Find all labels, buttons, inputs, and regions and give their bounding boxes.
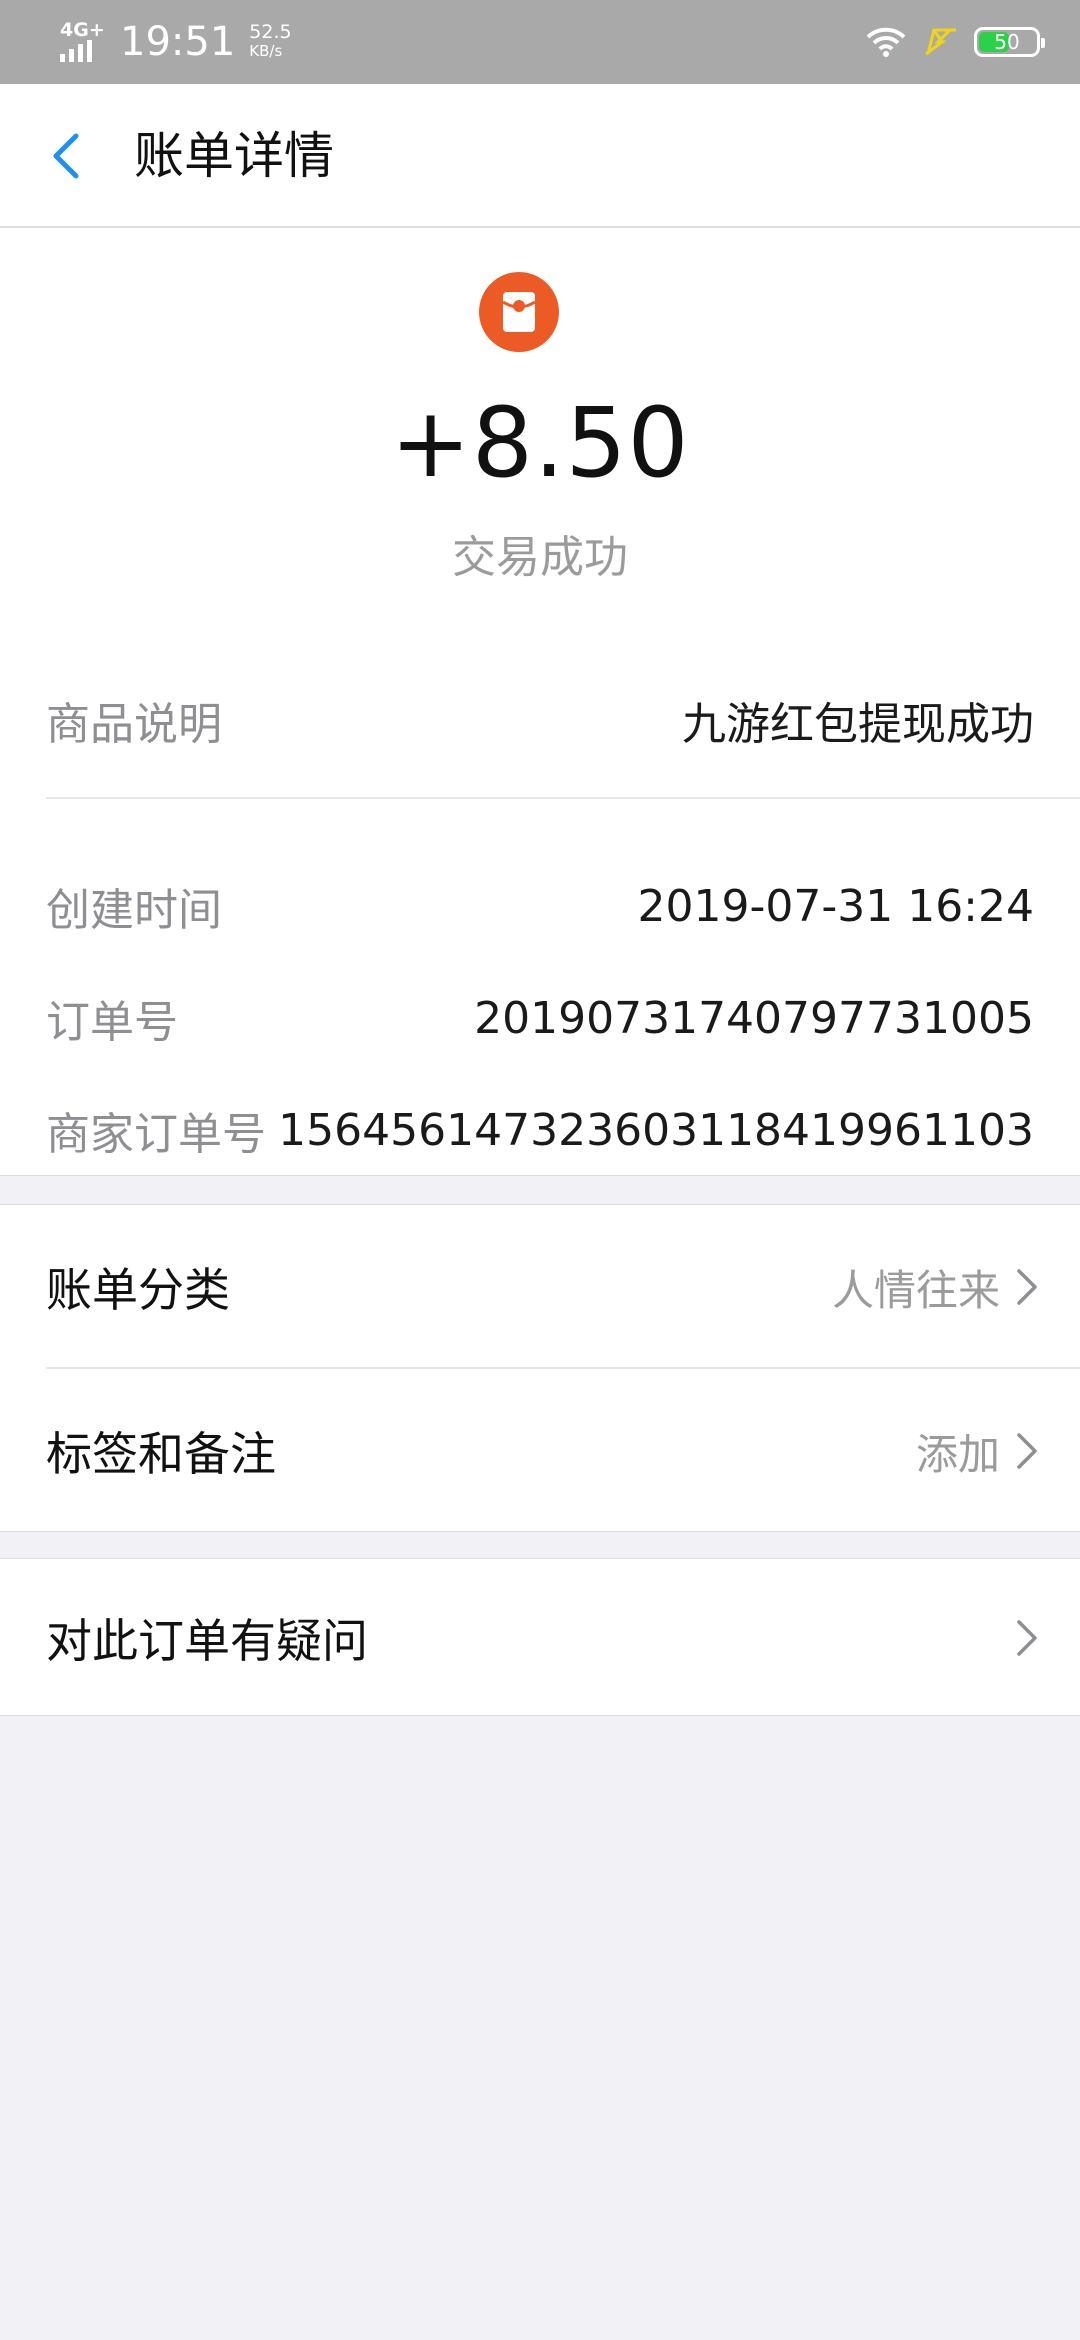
- speed-value: 52.5: [249, 21, 292, 43]
- divider: [46, 797, 1080, 799]
- page-title: 账单详情: [134, 127, 334, 185]
- merchant-order-no-label: 商家订单号: [46, 1109, 266, 1160]
- merchant-order-no-value: 156456147323603118419961103: [278, 1104, 1034, 1156]
- chevron-right-icon: [1017, 1620, 1037, 1656]
- speed-unit: KB/s: [249, 42, 283, 60]
- battery-percent: 50: [994, 30, 1020, 54]
- chevron-right-icon: [1017, 1433, 1037, 1469]
- order-question-label: 对此订单有疑问: [46, 1614, 368, 1668]
- order-no-label: 订单号: [46, 997, 178, 1048]
- support-group: 对此订单有疑问: [0, 1558, 1080, 1716]
- product-label: 商品说明: [46, 699, 222, 750]
- status-right: 50: [866, 20, 1045, 64]
- detail-row-product: 商品说明 九游红包提现成功: [46, 688, 1034, 752]
- network-speed: 52.5 KB/s: [249, 23, 291, 61]
- signal-icon: 4G+: [58, 20, 106, 64]
- details-section: 商品说明 九游红包提现成功 创建时间 2019-07-31 16:24 订单号 …: [0, 632, 1080, 1176]
- detail-row-order-no: 订单号 20190731740797731005: [46, 986, 1034, 1050]
- tags-notes-row[interactable]: 标签和备注 添加: [46, 1401, 1040, 1501]
- red-envelope-icon: [479, 272, 559, 352]
- bill-category-row[interactable]: 账单分类 人情往来: [46, 1237, 1040, 1337]
- nav-bar: 账单详情: [0, 84, 1080, 228]
- product-value: 九游红包提现成功: [682, 699, 1034, 750]
- detail-row-merchant-order-no: 商家订单号 156456147323603118419961103: [46, 1098, 1034, 1162]
- created-value: 2019-07-31 16:24: [637, 880, 1035, 932]
- transaction-summary: +8.50 交易成功: [0, 228, 1080, 632]
- status-bar: 4G+ 19:51 52.5 KB/s 50: [0, 0, 1080, 84]
- chevron-right-icon: [1017, 1269, 1037, 1305]
- order-no-value: 20190731740797731005: [474, 992, 1034, 1044]
- created-label: 创建时间: [46, 885, 222, 936]
- clock: 19:51: [120, 19, 236, 65]
- network-type: 4G+: [60, 19, 105, 41]
- charging-icon: [925, 28, 956, 56]
- chevron-left-icon[interactable]: [44, 128, 88, 184]
- tags-notes-value: 添加: [915, 1429, 1000, 1479]
- divider: [46, 1367, 1080, 1369]
- order-question-row[interactable]: 对此订单有疑问: [46, 1588, 1040, 1688]
- bill-category-label: 账单分类: [46, 1263, 230, 1317]
- transaction-status: 交易成功: [452, 532, 628, 583]
- wifi-icon: [866, 27, 906, 57]
- amount: +8.50: [390, 387, 690, 499]
- detail-row-created: 创建时间 2019-07-31 16:24: [46, 874, 1034, 938]
- battery-icon: 50: [974, 27, 1045, 57]
- bill-category-value: 人情往来: [831, 1265, 1000, 1315]
- status-left: 4G+ 19:51 52.5 KB/s: [58, 16, 292, 68]
- tags-notes-label: 标签和备注: [46, 1427, 276, 1481]
- bill-settings-group: 账单分类 人情往来 标签和备注 添加: [0, 1204, 1080, 1532]
